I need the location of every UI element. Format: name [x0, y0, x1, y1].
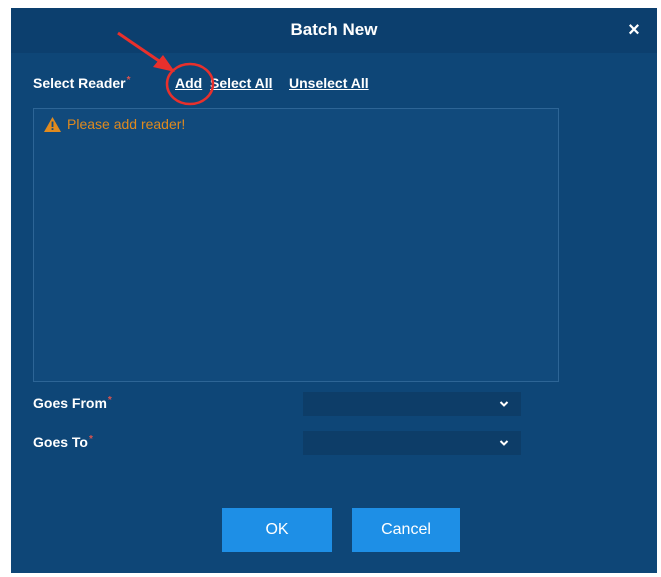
required-mark: * [88, 434, 93, 445]
close-icon[interactable]: × [623, 18, 645, 42]
goes-from-label-text: Goes From [33, 395, 107, 411]
goes-from-label: Goes From* [33, 395, 112, 411]
ok-button[interactable]: OK [222, 508, 332, 552]
dialog-titlebar: Batch New × [11, 8, 657, 53]
required-mark: * [126, 75, 131, 86]
required-mark: * [107, 395, 112, 406]
batch-new-dialog: Batch New × Select Reader* Add Select Al… [11, 8, 657, 573]
select-all-link[interactable]: Select All [210, 75, 273, 91]
goes-to-select[interactable] [302, 430, 522, 456]
add-reader-link[interactable]: Add [175, 75, 202, 91]
chevron-down-icon [499, 440, 509, 446]
warning-message: Please add reader! [44, 116, 185, 132]
goes-to-label-text: Goes To [33, 434, 88, 450]
warning-text: Please add reader! [67, 116, 186, 132]
goes-to-label: Goes To* [33, 434, 93, 450]
select-reader-label: Select Reader* [33, 75, 131, 91]
unselect-all-link[interactable]: Unselect All [289, 75, 369, 91]
dialog-title: Batch New [290, 20, 378, 39]
warning-icon [44, 116, 61, 132]
reader-list-box[interactable]: Please add reader! [33, 108, 559, 382]
cancel-button[interactable]: Cancel [352, 508, 460, 552]
chevron-down-icon [499, 401, 509, 407]
goes-from-select[interactable] [302, 391, 522, 417]
select-reader-label-text: Select Reader [33, 75, 126, 91]
